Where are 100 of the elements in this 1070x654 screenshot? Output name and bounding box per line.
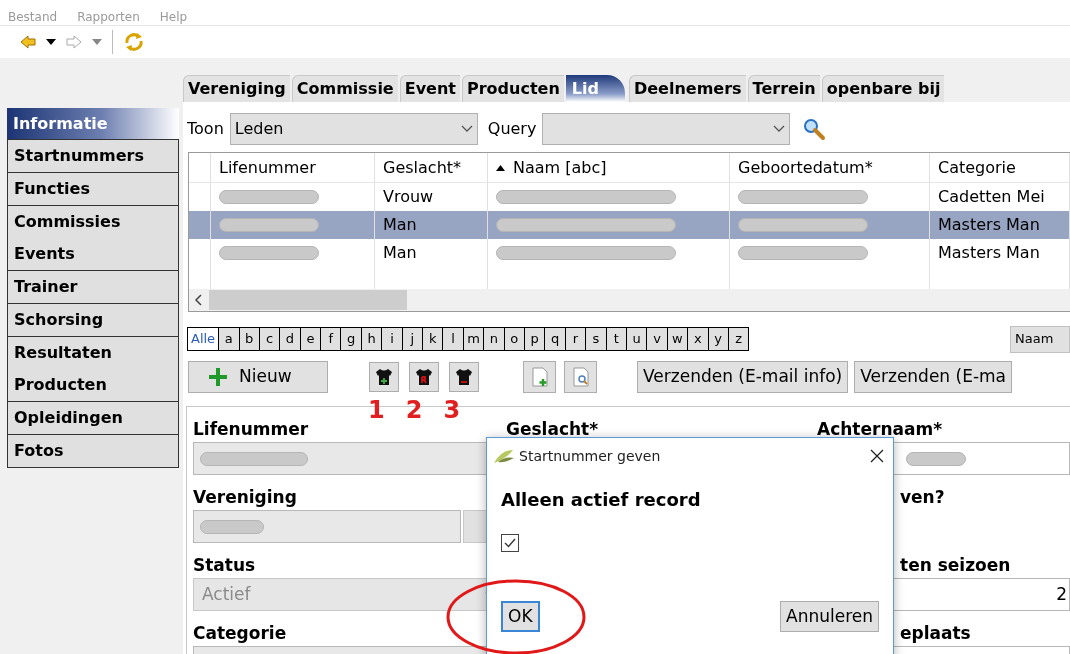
tab[interactable]: Deelnemers (628, 75, 746, 102)
shirt-icon (455, 368, 473, 386)
field-label: Status (193, 554, 257, 576)
arrow-left-icon[interactable] (20, 35, 36, 49)
dialog-button[interactable]: OK (501, 601, 540, 632)
letter-filter[interactable]: z (728, 327, 750, 351)
tab[interactable]: Event (399, 75, 460, 102)
field-label: Categorie (193, 622, 288, 644)
table-cell-text: Man (383, 242, 417, 264)
check-icon (504, 538, 516, 548)
letter-filter[interactable]: p (525, 327, 546, 351)
input-field[interactable] (193, 510, 461, 543)
sort-select[interactable]: Naam (1010, 325, 1070, 353)
new-button[interactable]: Nieuw (188, 361, 328, 393)
letter-filter[interactable]: e (300, 327, 322, 351)
tab[interactable]: Terrein (747, 75, 820, 102)
caret-icon[interactable] (46, 39, 56, 45)
column-header[interactable]: Lifenummer (211, 153, 375, 182)
letter-filter[interactable]: c (259, 327, 281, 351)
table-cell-text: Masters Man (938, 242, 1040, 264)
chevron-down-icon (460, 125, 473, 133)
letter-filter[interactable]: j (402, 327, 424, 351)
shirt-icon (375, 368, 393, 386)
letter-filter[interactable]: Alle (188, 327, 220, 351)
table-cell-text: Man (383, 214, 417, 236)
query-label: Query (487, 118, 537, 140)
scrollbar-thumb[interactable] (209, 290, 407, 310)
dialog-heading: Alleen actief record (501, 488, 702, 512)
refresh-icon[interactable] (123, 31, 145, 53)
plus-icon (207, 366, 229, 388)
shirt-button[interactable] (369, 362, 399, 392)
add-document-icon (530, 367, 549, 387)
annotation-number: 3 (443, 396, 461, 424)
letter-filter[interactable]: i (382, 327, 403, 351)
table-cell-text: Vrouw (383, 186, 434, 208)
letter-filter[interactable]: s (586, 327, 607, 351)
letter-filter[interactable]: u (626, 327, 648, 351)
checkbox[interactable] (501, 534, 519, 552)
leaf-icon (493, 448, 515, 464)
letter-filter[interactable]: d (280, 327, 301, 351)
tab[interactable]: Vereniging (183, 75, 290, 102)
letter-filter[interactable]: w (667, 327, 689, 351)
field-label: Lifenummer (193, 418, 310, 440)
letter-filter[interactable]: q (545, 327, 566, 351)
tab[interactable]: Producten (461, 75, 564, 102)
shirt-button[interactable] (449, 362, 479, 392)
shirt-icon (415, 368, 433, 386)
annotation-number: 1 (368, 396, 385, 424)
toon-select[interactable]: Leden (229, 113, 478, 145)
field-label: Geslacht* (506, 418, 600, 440)
send-button[interactable]: Verzenden (E-ma (854, 361, 1013, 393)
sidebar-item[interactable]: Informatie (7, 108, 179, 140)
send-button[interactable]: Verzenden (E-mail info) (637, 361, 849, 393)
letter-filter[interactable]: m (463, 327, 485, 351)
tab[interactable]: Commissie (291, 75, 398, 102)
horizontal-scrollbar[interactable] (189, 289, 1070, 311)
letter-filter[interactable]: o (504, 327, 525, 351)
letter-filter[interactable]: x (688, 327, 709, 351)
table-row[interactable]: Man Masters Man (189, 211, 1070, 239)
field-label: Achternaam* (817, 418, 944, 440)
letter-filter[interactable]: f (321, 327, 342, 351)
close-icon[interactable] (869, 448, 885, 464)
letter-filter[interactable]: h (361, 327, 383, 351)
arrow-right-icon[interactable] (66, 35, 82, 49)
field-label: ten seizoen (899, 554, 1012, 576)
document-button[interactable] (523, 361, 556, 393)
column-header[interactable]: Categorie (930, 153, 1070, 182)
redacted-bar (906, 451, 966, 466)
redacted-bar (200, 519, 264, 534)
tab[interactable]: Lid (565, 75, 625, 102)
letter-filter[interactable]: k (423, 327, 444, 351)
table-row[interactable]: Man Masters Man (189, 239, 1070, 267)
dialog-title: Startnummer geven (519, 446, 661, 466)
letter-filter[interactable]: t (606, 327, 627, 351)
letter-filter[interactable]: b (239, 327, 260, 351)
dialog-button[interactable]: Annuleren (780, 601, 879, 632)
chevron-down-icon (773, 125, 786, 133)
tab[interactable]: openbare bij (821, 75, 945, 102)
table-cell-text: Masters Man (938, 214, 1040, 236)
column-header[interactable]: Geboortedatum* (730, 153, 930, 182)
document-button[interactable] (564, 361, 597, 393)
letter-filter[interactable]: n (484, 327, 505, 351)
letter-filter[interactable]: y (708, 327, 729, 351)
field-label: ven? (899, 486, 946, 508)
search-icon[interactable] (802, 117, 827, 141)
field-label: Vereniging (193, 486, 298, 508)
letter-filter[interactable]: g (341, 327, 362, 351)
search-document-icon (571, 367, 590, 387)
shirt-button[interactable] (409, 362, 439, 392)
annotation-number: 2 (405, 396, 423, 424)
column-header[interactable]: Geslacht* (375, 153, 488, 182)
field-label: eplaats (899, 622, 972, 644)
letter-filter[interactable]: r (565, 327, 587, 351)
letter-filter[interactable]: l (443, 327, 464, 351)
toon-label: Toon (187, 118, 224, 140)
table-cell-text: Cadetten Mei (938, 186, 1045, 208)
letter-filter[interactable]: v (647, 327, 668, 351)
query-select[interactable] (542, 113, 791, 145)
letter-filter[interactable]: a (219, 327, 240, 351)
column-header[interactable]: Naam [abc] (488, 153, 730, 182)
